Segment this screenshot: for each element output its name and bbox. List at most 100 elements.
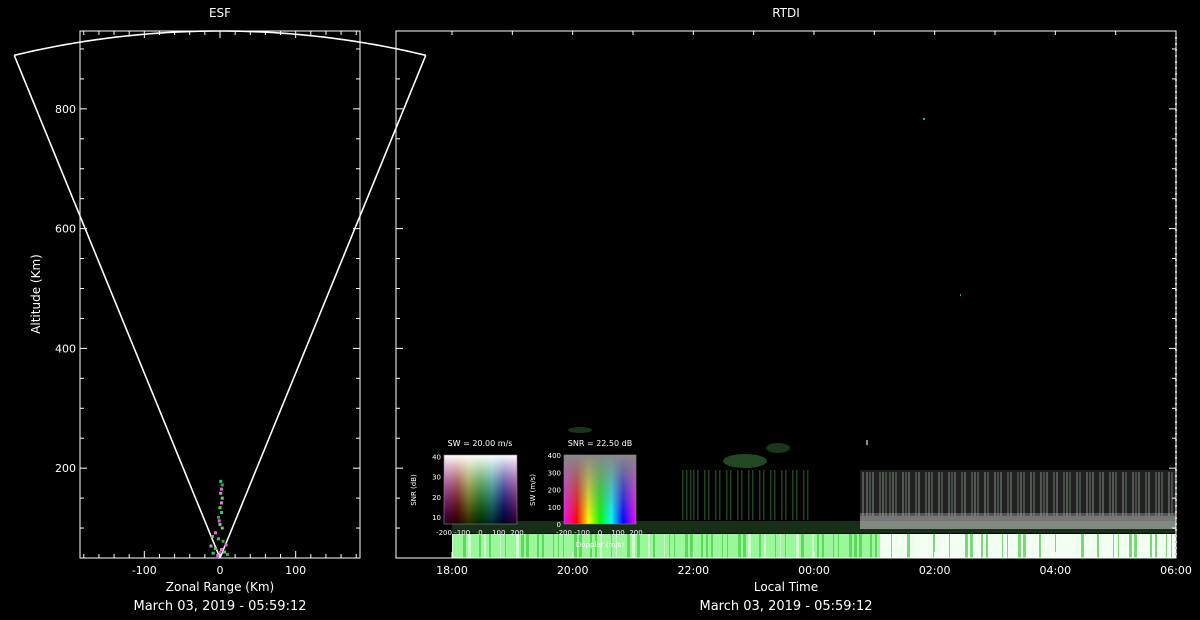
rtdi-plume-column (719, 470, 721, 520)
rtdi-right-dot (1175, 271, 1177, 273)
rtdi-right-dot (1175, 319, 1177, 321)
rtdi-stripe (838, 534, 839, 558)
rtdi-stripe (516, 534, 519, 558)
rtdi-right-dot (1175, 313, 1177, 315)
rtdi-right-dot (1175, 439, 1177, 441)
esf-title: ESF (209, 6, 231, 20)
legend-sw: SW = 20.00 m/s SNR (dB) 10 20 30 40 -200 -100… (410, 439, 524, 537)
rtdi-plume-column (693, 470, 695, 520)
rtdi-right-dot (1175, 289, 1177, 291)
esf-echo-point (223, 550, 227, 554)
rtdi-stripe (637, 534, 640, 558)
rtdi-plume-column (1161, 472, 1163, 516)
esf-y-tick-label: 400 (55, 342, 76, 355)
rtdi-stripe (479, 534, 481, 558)
rtdi-right-dot (1175, 337, 1177, 339)
rtdi-plume-column (905, 472, 907, 516)
rtdi-x-tick-label: 06:00 (1160, 564, 1192, 577)
esf-echo-point (220, 487, 224, 491)
rtdi-stripe (558, 534, 559, 558)
rtdi-stripe (685, 534, 688, 558)
rtdi-plume-column (1046, 472, 1048, 516)
rtdi-right-dot (1175, 511, 1177, 513)
rtdi-right-dot (1175, 283, 1177, 285)
rtdi-stripe (907, 534, 910, 558)
esf-echo-point (226, 552, 230, 556)
esf-panel: ESF -100 0 100 200 400 600 800 Zonal Range (Km… (13, 6, 427, 614)
esf-echo-points (209, 479, 230, 558)
esf-echo-point (213, 546, 217, 550)
rtdi-plume-column (1079, 472, 1081, 516)
rtdi-plume-column (1069, 472, 1071, 516)
rtdi-right-dot (1175, 247, 1177, 249)
rtdi-plume-column (682, 470, 684, 520)
rtdi-stripe (701, 534, 703, 558)
rtdi-plume-column (1109, 472, 1111, 516)
rtdi-plume-column (997, 472, 999, 516)
rtdi-plume-column (1148, 472, 1150, 516)
rtdi-stripe (674, 534, 675, 558)
legend-snr-ylabel: SW (m/s) (529, 474, 537, 506)
rtdi-stripe (648, 534, 650, 558)
rtdi-stripe (970, 534, 973, 558)
esf-echo-point (220, 548, 224, 552)
rtdi-right-dot (1175, 331, 1177, 333)
rtdi-right-dot (1175, 499, 1177, 501)
rtdi-right-dot (1175, 37, 1177, 39)
legend-y-tick-label: 300 (548, 469, 561, 477)
legend-sw-title: SW = 20.00 m/s (448, 439, 513, 448)
legend-y-tick-label: 20 (432, 494, 441, 502)
rtdi-stripe (833, 534, 834, 558)
rtdi-stripe (1118, 534, 1119, 558)
rtdi-x-tick-label: 22:00 (677, 564, 709, 577)
rtdi-echo-dot (923, 118, 925, 120)
rtdi-stripe (817, 534, 819, 558)
rtdi-stripe (463, 534, 466, 558)
rtdi-plume-column (715, 470, 717, 520)
rtdi-plume-column (1066, 472, 1068, 516)
rtdi-stripe (553, 534, 554, 558)
rtdi-plume-column (971, 472, 973, 516)
rtdi-plume-column (1023, 472, 1025, 516)
legend-y-tick-label: 400 (548, 452, 561, 460)
rtdi-stripe (896, 534, 897, 558)
esf-echo-point (224, 543, 228, 547)
rtdi-echo-patch (766, 443, 790, 453)
rtdi-plume-column (1155, 472, 1157, 516)
rtdi-stripe (780, 534, 781, 558)
rtdi-right-dot (1175, 205, 1177, 207)
rtdi-stripe (785, 534, 786, 558)
rtdi-plume-column (889, 472, 891, 516)
rtdi-right-dot (1175, 547, 1177, 549)
rtdi-plume-column (741, 470, 743, 520)
esf-y-tick-label: 600 (55, 223, 76, 236)
rtdi-plume-column (785, 470, 787, 520)
esf-echo-point (220, 483, 224, 487)
esf-x-tick-label: 100 (285, 564, 306, 577)
esf-y-tick-label: 200 (55, 462, 76, 475)
rtdi-right-dot (1175, 193, 1177, 195)
rtdi-plume-column (1138, 472, 1140, 516)
esf-echo-point (219, 491, 223, 495)
rtdi-right-dot (1175, 445, 1177, 447)
rtdi-plume-column (781, 470, 783, 520)
rtdi-stripe (1060, 534, 1061, 558)
rtdi-stripe (1018, 534, 1021, 558)
rtdi-plume-column (1053, 472, 1055, 516)
rtdi-stripe (949, 534, 950, 558)
rtdi-right-dot (1175, 253, 1177, 255)
rtdi-plume-column (892, 472, 894, 516)
rtdi-stripe (743, 534, 746, 558)
rtdi-stripe (505, 534, 506, 558)
legend-x-tick-label: 200 (510, 529, 523, 537)
rtdi-stripe (690, 534, 693, 558)
rtdi-stripe (1171, 534, 1172, 558)
rtdi-stripe (875, 534, 877, 558)
rtdi-plume-column (1000, 472, 1002, 516)
rtdi-stripe (526, 534, 529, 558)
esf-echo-point (220, 510, 224, 514)
rtdi-right-dot (1175, 463, 1177, 465)
rtdi-plume-column (1040, 472, 1042, 516)
rtdi-plume-column (770, 470, 772, 520)
rtdi-plume-column (759, 470, 761, 520)
